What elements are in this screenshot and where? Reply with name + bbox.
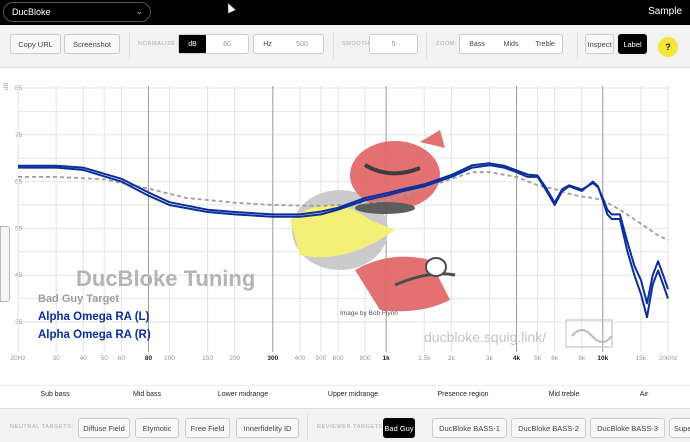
watermark-url: ducbloke.squig.link/ xyxy=(424,329,546,345)
x-tick-label: 400 xyxy=(294,355,305,362)
targets-bar: NEUTRAL TARGETS: Diffuse Field Etymotic … xyxy=(0,408,690,442)
zoom-mids-button[interactable]: Mids xyxy=(494,35,528,53)
x-tick-label: 50 xyxy=(101,355,109,362)
target-free-field[interactable]: Free Field xyxy=(185,418,230,438)
normalize-db-group: dB 60 xyxy=(178,34,249,54)
legend-entry: Alpha Omega RA (R) xyxy=(38,329,151,341)
x-tick-label: 200 xyxy=(229,355,240,362)
target-ducbloke-bass-2[interactable]: DucBloke BASS-2 xyxy=(511,418,586,438)
inspect-button[interactable]: Inspect xyxy=(585,34,614,54)
x-tick-label: 5k xyxy=(534,355,542,362)
region-sub-bass: Sub bass xyxy=(40,391,70,398)
x-tick-label: 20kHz xyxy=(659,355,677,362)
y-tick-label: 45 xyxy=(15,272,23,279)
frequency-response-graph: 85 75 65 55 45 35 dB 20Hz 30 40 50 60 80 100 150 200 300… xyxy=(0,70,690,372)
x-tick-label: 4k xyxy=(513,355,521,362)
mouse-cursor-icon xyxy=(224,1,236,14)
target-bad-guy[interactable]: Bad Guy xyxy=(383,418,415,438)
duck-mascot-watermark xyxy=(290,130,456,312)
normalize-hz-input[interactable]: 500 xyxy=(281,35,323,53)
normalize-label: NORMALIZE: xyxy=(138,41,178,47)
target-diffuse-field[interactable]: Diffuse Field xyxy=(78,418,130,438)
x-tick-label: 40 xyxy=(80,355,88,362)
neutral-targets-label: NEUTRAL TARGETS: xyxy=(10,424,74,430)
label-button[interactable]: Label xyxy=(618,34,647,54)
smooth-label: SMOOTH: xyxy=(342,41,372,47)
zoom-bass-button[interactable]: Bass xyxy=(460,35,494,53)
frequency-regions: Sub bass Mid bass Lower midrange Upper m… xyxy=(0,385,690,403)
legend-entry: Bad Guy Target xyxy=(38,293,119,305)
normalize-db-toggle[interactable]: dB xyxy=(179,35,206,53)
target-ducbloke-bass-1[interactable]: DucBloke BASS-1 xyxy=(432,418,507,438)
region-presence: Presence region xyxy=(437,391,489,398)
y-axis-unit: dB xyxy=(4,83,10,90)
divider xyxy=(129,33,130,59)
frequency-response-chart: 85 75 65 55 45 35 dB 20Hz 30 40 50 60 80 100 150 200 300… xyxy=(4,83,677,362)
normalize-hz-group: Hz 500 xyxy=(253,34,324,54)
top-bar: DucBloke ⌄ Sample xyxy=(0,0,690,25)
target-innerfidelity-id[interactable]: Innerfidelity ID xyxy=(236,418,299,438)
zoom-label: ZOOM: xyxy=(436,41,458,47)
x-tick-label: 15k xyxy=(636,355,647,362)
x-tick-label: 100 xyxy=(164,355,175,362)
x-tick-label: 80 xyxy=(145,355,153,362)
help-button[interactable]: ? xyxy=(658,37,678,57)
region-upper-midrange: Upper midrange xyxy=(327,391,379,398)
x-tick-label: 800 xyxy=(360,355,371,362)
sample-link[interactable]: Sample xyxy=(648,6,682,17)
normalize-db-input[interactable]: 60 xyxy=(206,35,248,53)
region-mid-bass: Mid bass xyxy=(132,391,162,398)
graph-controls: Copy URL Screenshot NORMALIZE: dB 60 Hz … xyxy=(0,25,690,68)
screenshot-button[interactable]: Screenshot xyxy=(64,34,120,54)
watermark-title: DucBloke Tuning xyxy=(76,266,255,291)
x-tick-label: 30 xyxy=(53,355,61,362)
x-tick-label: 3k xyxy=(486,355,494,362)
brand-logo-wave xyxy=(571,329,613,343)
y-tick-label: 85 xyxy=(15,85,23,92)
y-tick-label: 35 xyxy=(15,319,23,326)
graph-resize-handle[interactable] xyxy=(0,226,10,302)
divider xyxy=(426,33,427,59)
x-tick-label: 6k xyxy=(551,355,559,362)
smooth-input[interactable]: 5 xyxy=(369,34,418,54)
chevron-down-icon: ⌄ xyxy=(135,6,143,16)
x-tick-label: 10k xyxy=(597,355,608,362)
x-tick-label: 2k xyxy=(448,355,456,362)
target-etymotic[interactable]: Etymotic xyxy=(135,418,179,438)
x-tick-label: 500 xyxy=(315,355,326,362)
x-tick-label: 150 xyxy=(202,355,213,362)
legend-entry: Alpha Omega RA (L) xyxy=(38,311,150,323)
y-tick-label: 65 xyxy=(15,179,23,186)
reviewer-targets-label: REVIEWER TARGETS: xyxy=(317,424,386,430)
divider xyxy=(307,414,308,440)
site-selector-label: DucBloke xyxy=(12,7,51,17)
divider xyxy=(577,33,578,59)
site-selector[interactable]: DucBloke ⌄ xyxy=(3,2,151,22)
x-tick-label: 1k xyxy=(382,355,390,362)
graph-legend: Bad Guy Target Alpha Omega RA (L) Alpha Om… xyxy=(38,293,151,341)
target-super[interactable]: Super xyxy=(669,418,690,438)
normalize-hz-toggle[interactable]: Hz xyxy=(254,35,281,53)
divider xyxy=(333,33,334,59)
smooth-value: 5 xyxy=(391,40,396,48)
x-tick-label: 300 xyxy=(267,355,278,362)
y-tick-label: 55 xyxy=(15,225,23,232)
x-tick-label: 60 xyxy=(118,355,126,362)
x-tick-label: 600 xyxy=(333,355,344,362)
region-air: Air xyxy=(639,391,649,398)
zoom-treble-button[interactable]: Treble xyxy=(528,35,562,53)
x-tick-label: 8k xyxy=(578,355,586,362)
y-tick-label: 75 xyxy=(15,132,23,139)
region-mid-treble: Mid treble xyxy=(548,391,580,398)
zoom-group: Bass Mids Treble xyxy=(459,34,563,54)
copy-url-button[interactable]: Copy URL xyxy=(10,34,61,54)
target-ducbloke-bass-3[interactable]: DucBloke BASS-3 xyxy=(590,418,665,438)
x-tick-label: 20Hz xyxy=(10,355,25,362)
image-credit: Image by Bob Flynn xyxy=(340,310,398,317)
region-lower-midrange: Lower midrange xyxy=(217,391,269,398)
x-tick-label: 1.5k xyxy=(418,355,431,362)
